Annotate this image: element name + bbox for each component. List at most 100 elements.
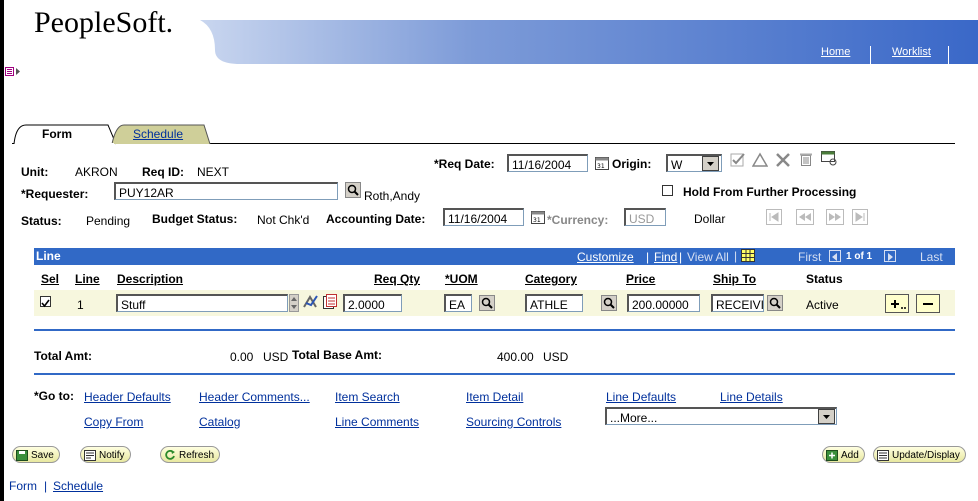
req-date-input[interactable]: 11/16/2004 [507, 154, 588, 172]
origin-dropdown-arrow-icon[interactable] [702, 156, 719, 171]
grid-next-icon[interactable] [884, 250, 896, 262]
req-id-label: Req ID: [142, 165, 184, 179]
notify-button[interactable]: Notify [80, 446, 131, 463]
first-record-icon[interactable] [766, 209, 782, 225]
row-req-qty-input[interactable]: 2.0000 [343, 294, 402, 312]
currency-label: *Currency: [547, 213, 609, 227]
next-record-icon[interactable] [826, 209, 844, 225]
tab-schedule[interactable]: Schedule [133, 127, 183, 145]
header-comments-link[interactable]: Header Comments... [199, 390, 310, 404]
grid-prev-icon[interactable] [829, 250, 841, 262]
add-label: Add [841, 450, 859, 461]
more-select[interactable]: ...More... [605, 407, 837, 425]
more-dropdown-arrow-icon[interactable] [818, 409, 835, 424]
sourcing-controls-link[interactable]: Sourcing Controls [466, 415, 561, 429]
total-base-amt-label: Total Base Amt: [292, 348, 383, 362]
customize-link[interactable]: Customize [577, 250, 634, 264]
total-amt-value: 0.00 [230, 350, 254, 364]
item-search-link[interactable]: Item Search [335, 390, 400, 404]
row-category-input[interactable]: ATHLE [525, 294, 583, 312]
item-details-icon[interactable] [301, 293, 318, 309]
update-display-icon [877, 449, 889, 461]
home-link[interactable]: Home [821, 46, 850, 58]
description-expand-icon[interactable] [289, 294, 299, 312]
refresh-button[interactable]: Refresh [160, 446, 221, 463]
update-display-button[interactable]: Update/Display [873, 446, 966, 463]
add-button[interactable]: Add [822, 446, 865, 463]
add-row-button[interactable] [885, 294, 909, 313]
item-detail-link[interactable]: Item Detail [466, 390, 523, 404]
refresh-icon [164, 449, 176, 461]
view-icon[interactable] [820, 150, 837, 166]
col-ship-to[interactable]: Ship To [713, 272, 756, 286]
row-uom-input[interactable]: EA [444, 294, 472, 312]
window-edge [0, 0, 4, 501]
row-status: Active [806, 298, 839, 312]
notify-icon [84, 449, 96, 461]
row-price-input[interactable]: 200.00000 [627, 294, 700, 312]
req-id-value: NEXT [197, 165, 230, 179]
row-ship-to-input[interactable]: RECEIVI [711, 294, 764, 312]
tab-form[interactable]: Form [42, 127, 72, 145]
catalog-link[interactable]: Catalog [199, 415, 240, 429]
total-amt-label: Total Amt: [34, 349, 92, 363]
line-defaults-link[interactable]: Line Defaults [606, 390, 676, 404]
calendar-icon[interactable]: 31 [594, 155, 610, 171]
accounting-date-input[interactable]: 11/16/2004 [443, 208, 524, 226]
worklist-link[interactable]: Worklist [892, 46, 931, 58]
cancel-x-icon[interactable] [775, 152, 791, 168]
col-line[interactable]: Line [75, 272, 100, 286]
requester-lookup-icon[interactable] [345, 182, 361, 198]
header-defaults-link[interactable]: Header Defaults [84, 390, 171, 404]
last-link[interactable]: Last [920, 250, 943, 264]
save-button[interactable]: Save [12, 446, 60, 463]
delete-row-button[interactable] [916, 294, 940, 313]
first-link[interactable]: First [798, 250, 821, 264]
uom-lookup-icon[interactable] [479, 295, 495, 311]
footer-schedule-link[interactable]: Schedule [53, 479, 103, 493]
category-lookup-icon[interactable] [601, 295, 617, 311]
grid-divider [34, 329, 955, 331]
col-description[interactable]: Description [117, 272, 183, 286]
menu-toggle-icon[interactable] [5, 66, 21, 80]
row-select-checkbox[interactable] [40, 296, 51, 308]
prev-record-icon[interactable] [796, 209, 814, 225]
totals-divider [34, 373, 955, 375]
copy-from-link[interactable]: Copy From [84, 415, 143, 429]
peoplesoft-logo: PeopleSoft. [34, 6, 174, 39]
req-date-label: *Req Date: [434, 157, 495, 171]
currency-desc: Dollar [694, 212, 726, 226]
find-link[interactable]: Find [654, 250, 677, 264]
origin-value: W [671, 158, 683, 172]
notify-label: Notify [99, 450, 125, 461]
notes-icon[interactable] [322, 293, 338, 309]
goto-label: *Go to: [34, 389, 74, 403]
col-price[interactable]: Price [626, 272, 655, 286]
col-uom[interactable]: *UOM [445, 272, 478, 286]
delta-icon[interactable] [751, 152, 769, 168]
line-details-link[interactable]: Line Details [720, 390, 783, 404]
line-comments-link[interactable]: Line Comments [335, 415, 419, 429]
col-category[interactable]: Category [525, 272, 577, 286]
download-grid-icon[interactable] [741, 249, 755, 262]
check-icon[interactable] [730, 152, 746, 168]
requester-label: *Requester: [21, 187, 89, 201]
total-base-amt-value: 400.00 [497, 350, 534, 364]
trash-icon[interactable] [798, 151, 814, 167]
col-sel[interactable]: Sel [41, 272, 59, 286]
col-status: Status [806, 272, 843, 286]
accounting-calendar-icon[interactable]: 31 [530, 209, 546, 225]
last-record-icon[interactable] [852, 209, 868, 225]
row-description-input[interactable]: Stuff [116, 294, 288, 312]
col-req-qty[interactable]: Req Qty [374, 272, 420, 286]
ship-to-lookup-icon[interactable] [767, 295, 783, 311]
view-all-link[interactable]: View All [687, 250, 729, 264]
hold-checkbox[interactable] [662, 185, 673, 196]
requester-input[interactable]: PUY12AR [114, 182, 338, 200]
grid-title: Line [36, 249, 61, 263]
line-grid-header: Line Customize | Find | View All | First… [34, 248, 955, 265]
footer-form-link[interactable]: Form [9, 479, 37, 493]
requester-name: Roth,Andy [364, 189, 421, 203]
unit-label: Unit: [21, 165, 49, 179]
total-base-amt-currency: USD [543, 350, 569, 364]
